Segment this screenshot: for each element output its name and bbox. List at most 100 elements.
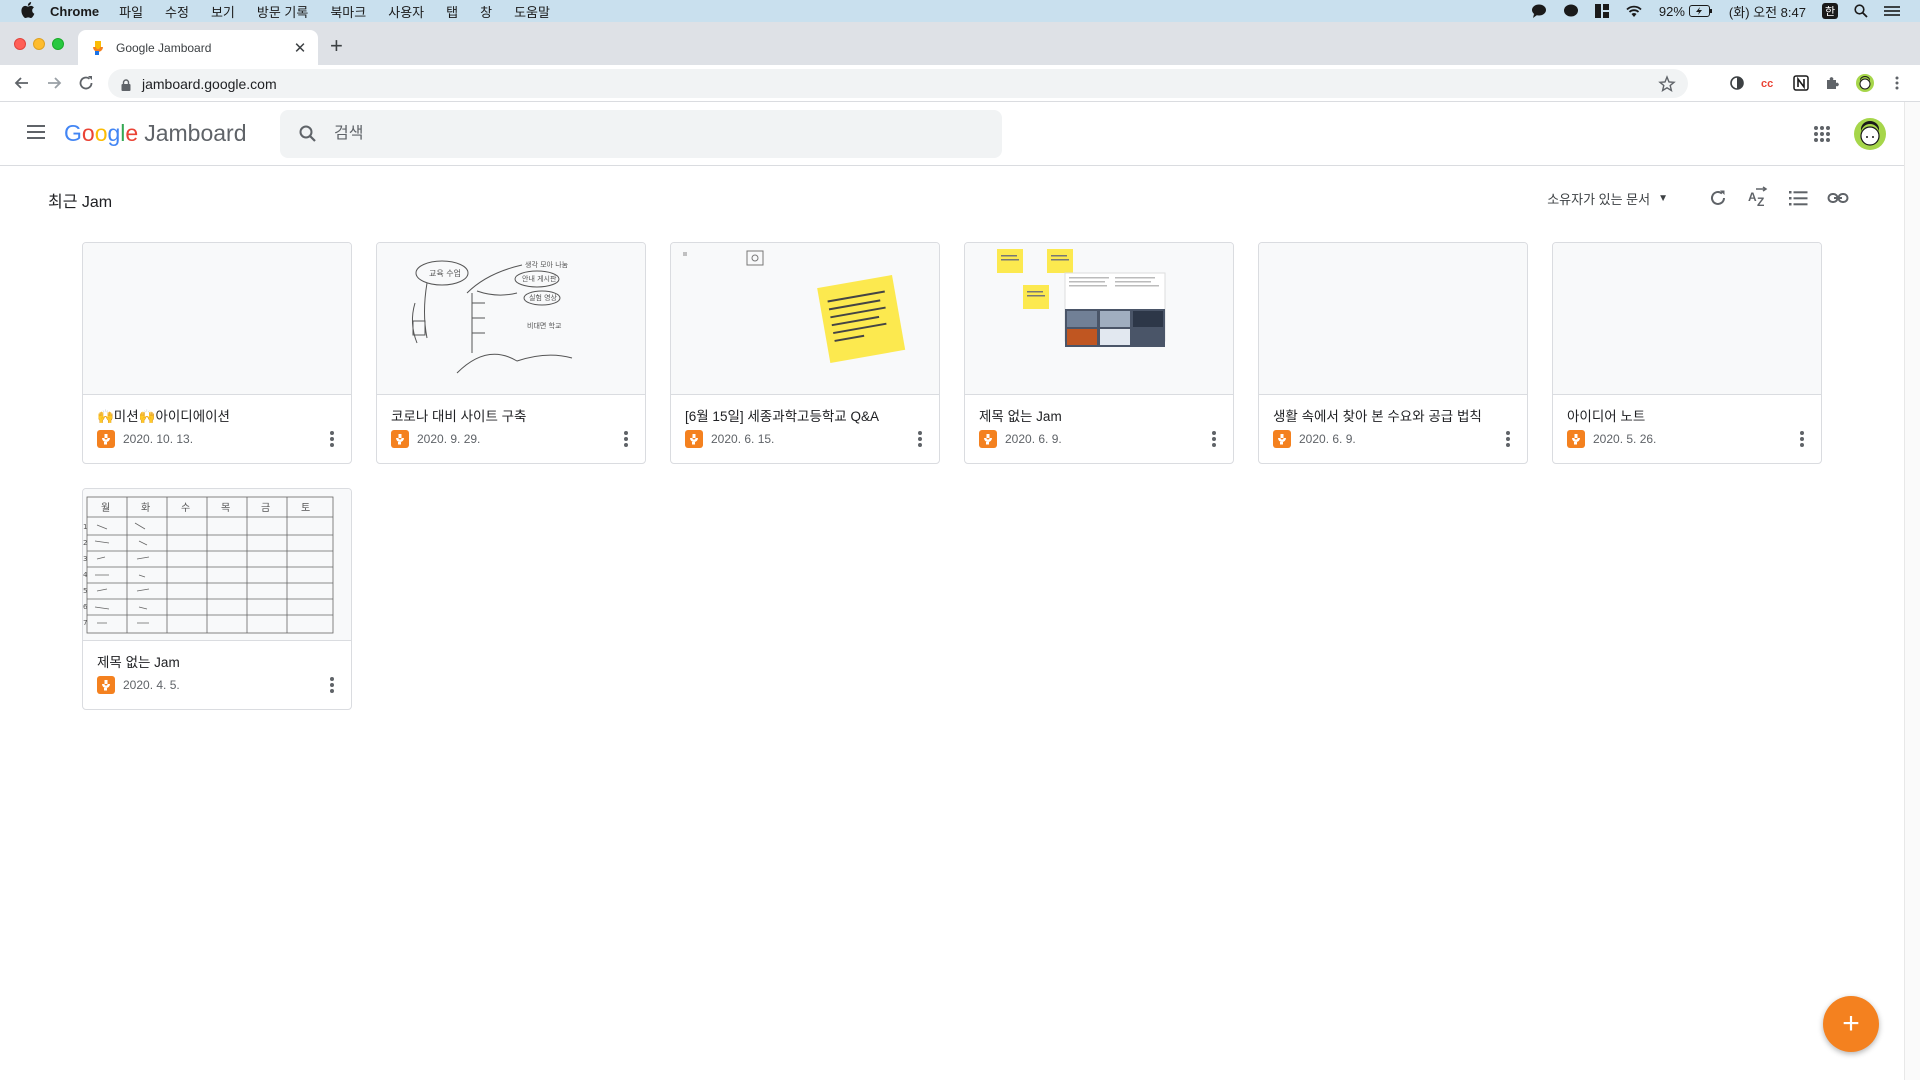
account-avatar[interactable] [1854,118,1886,150]
jam-thumbnail[interactable] [1553,243,1821,395]
menu-app-name[interactable]: Chrome [50,4,99,19]
control-center-icon[interactable] [1884,5,1900,17]
table-row-number: 7 [83,619,87,627]
menu-bookmarks[interactable]: 북마크 [330,2,366,21]
jam-thumbnail[interactable]: 월 화 수 목 금 토 1 2 3 4 5 6 7 [83,489,351,641]
collage-sketch [997,249,1166,347]
apple-menu-icon[interactable] [20,1,36,21]
menu-help[interactable]: 도움말 [514,2,550,21]
spotlight-search-icon[interactable] [1854,4,1868,18]
sketch-text: 안내 게시판 [522,274,557,283]
sort-az-icon[interactable]: AZ [1746,186,1770,210]
menubar-clock[interactable]: (화) 오전 8:47 [1729,2,1806,21]
lock-icon[interactable] [120,78,132,91]
jam-title: 🙌미션🙌아이디에이션 [97,409,230,424]
chrome-menu-icon[interactable] [1888,74,1906,92]
menu-file[interactable]: 파일 [119,2,143,21]
browser-toolbar: jamboard.google.com cc [0,65,1920,102]
jam-title: 제목 없는 Jam [97,655,180,670]
input-method-indicator[interactable]: 한 [1822,3,1838,19]
search-icon[interactable] [298,124,318,144]
list-view-icon[interactable] [1786,186,1810,210]
jam-card[interactable]: 제목 없는 Jam 2020. 6. 9. [964,242,1234,464]
menu-edit[interactable]: 수정 [165,2,189,21]
search-bar[interactable] [280,110,1002,158]
link-icon[interactable] [1826,186,1850,210]
table-row-number: 1 [83,523,87,531]
google-jamboard-logo[interactable]: Google Jamboard [64,120,246,147]
battery-charging-icon[interactable] [1688,5,1713,17]
profile-avatar-icon[interactable] [1856,74,1874,92]
more-options-icon[interactable] [917,429,923,449]
jamboard-file-icon [391,430,409,448]
layout-icon[interactable] [1594,4,1609,18]
more-options-icon[interactable] [1211,429,1217,449]
browser-tab-jamboard[interactable]: Google Jamboard ✕ [78,30,318,65]
jam-meta: 2020. 10. 13. [97,430,193,448]
page-scrollbar[interactable] [1904,102,1920,1080]
menu-history[interactable]: 방문 기록 [257,2,308,21]
refresh-icon[interactable] [1706,186,1730,210]
table-header-day: 목 [221,502,230,514]
reload-icon[interactable] [76,73,96,93]
jam-thumbnail[interactable] [671,243,939,395]
address-url[interactable]: jamboard.google.com [142,76,1658,92]
jam-thumbnail[interactable] [1259,243,1527,395]
table-row-number: 3 [83,555,87,563]
jam-card[interactable]: [6월 15일] 세종과학고등학교 Q&A 2020. 6. 15. [670,242,940,464]
jam-date: 2020. 9. 29. [417,432,481,446]
more-options-icon[interactable] [329,429,335,449]
svg-text:A: A [1748,190,1757,204]
jam-date: 2020. 6. 9. [1005,432,1062,446]
more-options-icon[interactable] [1799,429,1805,449]
jam-card[interactable]: 아이디어 노트 2020. 5. 26. [1552,242,1822,464]
extension-cc-icon[interactable]: cc [1760,74,1778,92]
menu-view[interactable]: 보기 [211,2,235,21]
address-bar[interactable]: jamboard.google.com [108,69,1688,98]
logo-letter: o [81,120,95,146]
chat-bubble-icon[interactable] [1531,4,1547,18]
forward-arrow-icon[interactable] [44,73,64,93]
more-options-icon[interactable] [623,429,629,449]
jam-card[interactable]: 🙌미션🙌아이디에이션 2020. 10. 13. [82,242,352,464]
extension-circle-icon[interactable] [1728,74,1746,92]
sticky-note-sketch [683,250,906,364]
google-apps-icon[interactable] [1812,124,1832,144]
more-options-icon[interactable] [1505,429,1511,449]
jam-meta: 2020. 4. 5. [97,676,180,694]
wifi-icon[interactable] [1625,4,1643,18]
jam-thumbnail[interactable] [83,243,351,395]
jam-date: 2020. 5. 26. [1593,432,1657,446]
jam-card[interactable]: 생활 속에서 찾아 본 수요와 공급 법칙 2020. 6. 9. [1258,242,1528,464]
more-options-icon[interactable] [329,675,335,695]
window-close-button[interactable] [14,38,26,50]
notion-extension-icon[interactable] [1792,74,1810,92]
message-icon[interactable] [1563,4,1579,18]
jamboard-header: Google Jamboard [0,102,1904,166]
main-menu-icon[interactable] [26,124,46,140]
owner-filter-dropdown[interactable]: 소유자가 있는 문서 ▼ [1547,189,1668,208]
jam-thumbnail[interactable]: 교육 수업 생각 모아 나눔 안내 게시판 실험 영상 비대면 학교 [377,243,645,395]
jam-title: 제목 없는 Jam [979,409,1062,424]
sketch-text: 교육 수업 [429,269,461,278]
bookmark-star-icon[interactable] [1658,74,1676,93]
jam-thumbnail[interactable] [965,243,1233,395]
menu-window[interactable]: 창 [480,2,492,21]
window-minimize-button[interactable] [33,38,45,50]
table-row-number: 5 [83,587,87,595]
menu-tab[interactable]: 탭 [446,2,458,21]
menu-people[interactable]: 사용자 [388,2,424,21]
extensions-puzzle-icon[interactable] [1824,74,1842,92]
search-input[interactable] [334,125,1002,143]
sketch-text: 생각 모아 나눔 [525,260,569,269]
window-zoom-button[interactable] [52,38,64,50]
dropdown-caret-icon: ▼ [1658,192,1668,204]
tab-close-icon[interactable]: ✕ [292,39,308,57]
jam-card[interactable]: 월 화 수 목 금 토 1 2 3 4 5 6 7 제목 없는 Jam 2020… [82,488,352,710]
new-jam-button[interactable]: + [1823,996,1879,1052]
new-tab-button[interactable]: + [330,35,343,57]
back-arrow-icon[interactable] [12,73,32,93]
jamboard-favicon-icon [90,40,106,56]
jam-card[interactable]: 교육 수업 생각 모아 나눔 안내 게시판 실험 영상 비대면 학교 코로나 대… [376,242,646,464]
section-title: 최근 Jam [48,194,113,211]
